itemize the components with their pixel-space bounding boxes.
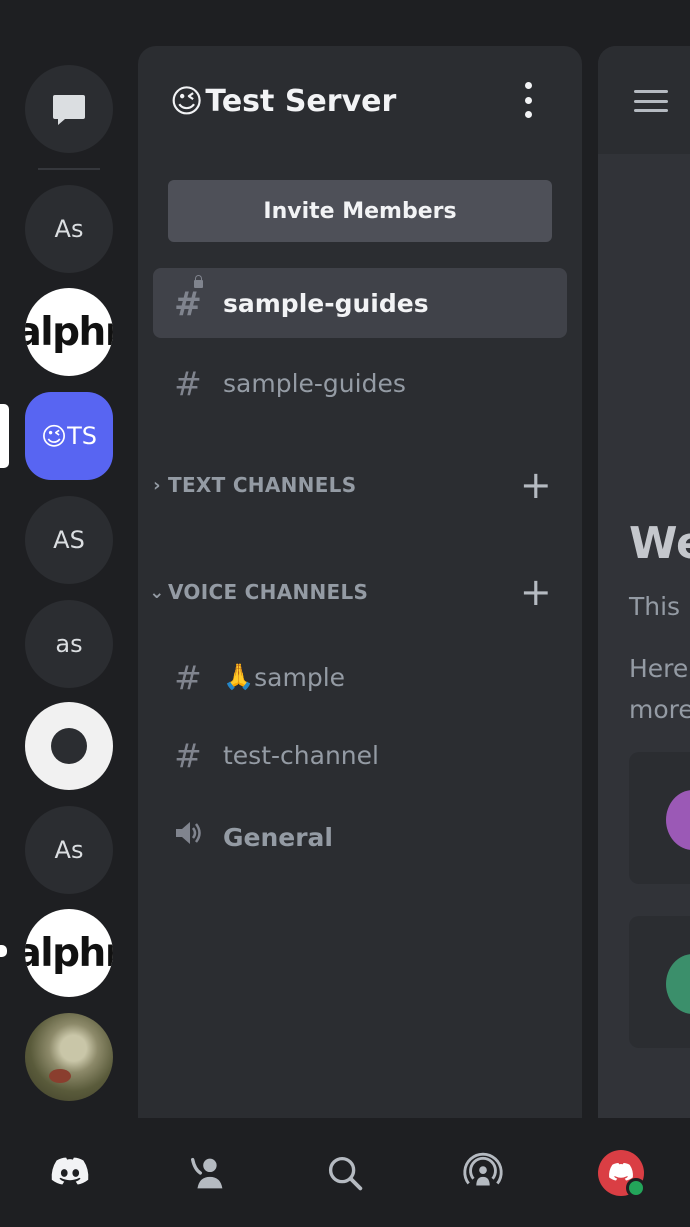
description-line: more [629, 695, 690, 724]
server-initials: As [54, 215, 84, 243]
unread-indicator [0, 945, 7, 957]
chat-bubble-icon [53, 95, 85, 125]
hash-lock-icon: # [171, 274, 205, 323]
hash-icon: # [174, 363, 202, 403]
server-icon-As-2[interactable]: As [25, 806, 113, 894]
invite-friends-icon [666, 790, 690, 850]
server-initials: as [55, 630, 83, 658]
alphr-logo: alphr [25, 930, 113, 976]
welcome-title: We [629, 518, 690, 569]
channel-label: sample-guides [223, 288, 429, 318]
server-icon-as[interactable]: As [25, 185, 113, 273]
hash-icon: # [174, 735, 202, 775]
category-label: VOICE CHANNELS [168, 580, 369, 604]
broadcast-icon [463, 1152, 503, 1186]
category-label: TEXT CHANNELS [168, 473, 357, 497]
server-rail: As alphr 😉TS AS as As alphr [0, 0, 138, 1118]
channel-label: sample [254, 662, 346, 692]
avatar [598, 1150, 646, 1198]
server-name-header[interactable]: 😉 Test Server [170, 82, 396, 120]
category-text-channels[interactable]: › TEXT CHANNELS + [146, 463, 566, 507]
server-initials: TS [67, 422, 97, 450]
praying-hands-emoji-icon: 🙏 [223, 662, 255, 691]
server-initials: AS [53, 526, 85, 554]
server-options-kebab-icon[interactable] [516, 82, 540, 118]
photo-detail [49, 1069, 71, 1083]
main-header [598, 46, 690, 154]
add-channel-plus-icon[interactable]: + [520, 570, 552, 614]
speaker-icon [171, 817, 205, 857]
server-icon-ring[interactable] [25, 702, 113, 790]
server-name: Test Server [205, 83, 397, 119]
personalize-server-icon [666, 954, 690, 1014]
ring-logo-icon [51, 728, 87, 764]
profile-tab[interactable] [596, 1148, 646, 1198]
channel-label: sample-guides [223, 368, 406, 398]
direct-messages-button[interactable] [25, 65, 113, 153]
wink-emoji-icon: 😉 [170, 82, 204, 120]
search-tab[interactable] [320, 1148, 370, 1198]
add-channel-plus-icon[interactable]: + [520, 463, 552, 507]
voice-channel-general[interactable]: General [153, 802, 567, 872]
discord-home-icon [51, 1157, 89, 1185]
chevron-down-icon: ⌄ [149, 581, 165, 603]
server-icon-alphr-2[interactable]: alphr [25, 909, 113, 997]
chevron-right-icon: › [153, 474, 161, 496]
channel-label: test-channel [223, 740, 379, 770]
hash-icon: # [174, 657, 202, 697]
server-icon-AS[interactable]: AS [25, 496, 113, 584]
server-icon-alphr[interactable]: alphr [25, 288, 113, 376]
welcome-subtitle: This [629, 592, 681, 621]
online-status-indicator [626, 1178, 646, 1198]
channel-sample[interactable]: # 🙏 sample [153, 642, 567, 712]
channel-sample-guides-locked[interactable]: # sample-guides [153, 268, 567, 338]
invite-members-button[interactable]: Invite Members [168, 180, 552, 242]
channel-sidebar: 😉 Test Server Invite Members # sample-gu… [138, 46, 582, 1118]
friends-tab[interactable] [183, 1148, 233, 1198]
bottom-navigation [0, 1118, 690, 1227]
main-content-pane: We This Here more [598, 46, 690, 1118]
welcome-description: Here more [629, 648, 690, 730]
description-line: Here [629, 654, 689, 683]
wink-emoji-icon: 😉 [41, 421, 68, 451]
hamburger-menu-icon[interactable] [634, 90, 668, 112]
rail-separator [38, 168, 100, 170]
selected-server-indicator [0, 404, 9, 468]
onboarding-card[interactable] [629, 916, 690, 1048]
server-icon-photo[interactable] [25, 1013, 113, 1101]
home-tab[interactable] [45, 1148, 95, 1198]
server-icon-as-lower[interactable]: as [25, 600, 113, 688]
friends-icon [190, 1157, 223, 1189]
mentions-tab[interactable] [458, 1148, 508, 1198]
category-voice-channels[interactable]: ⌄ VOICE CHANNELS + [146, 570, 566, 614]
search-icon [328, 1156, 363, 1191]
onboarding-card[interactable] [629, 752, 690, 884]
server-initials: As [54, 836, 84, 864]
channel-label: General [223, 822, 333, 852]
channel-sample-guides[interactable]: # sample-guides [153, 348, 567, 418]
alphr-logo: alphr [25, 309, 113, 355]
channel-test-channel[interactable]: # test-channel [153, 720, 567, 790]
server-icon-test-server[interactable]: 😉 TS [25, 392, 113, 480]
